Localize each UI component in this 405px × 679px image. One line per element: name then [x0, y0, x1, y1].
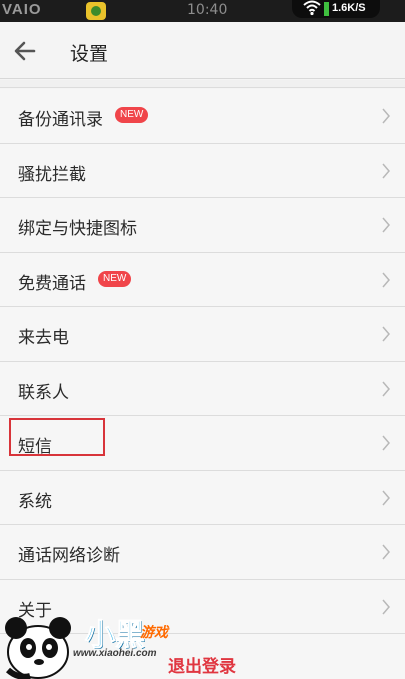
- settings-item-label: 短信: [18, 437, 52, 457]
- new-badge: NEW: [115, 107, 149, 123]
- settings-item-label: 绑定与快捷图标: [18, 219, 137, 239]
- chevron-right-icon: [382, 381, 390, 396]
- network-speed: 1.6K/S: [332, 2, 366, 14]
- settings-item-bind-shortcut[interactable]: 绑定与快捷图标: [0, 198, 405, 253]
- chevron-right-icon: [382, 599, 390, 614]
- chevron-right-icon: [382, 163, 390, 178]
- settings-item-label: 免费通话: [18, 273, 86, 294]
- chevron-right-icon: [382, 272, 390, 287]
- app-header: 设置: [0, 22, 405, 79]
- chevron-right-icon: [382, 435, 390, 451]
- panda-mascot-icon: [5, 617, 71, 679]
- back-arrow-icon[interactable]: [12, 38, 38, 64]
- settings-item-network-diagnosis[interactable]: 通话网络诊断: [0, 525, 405, 580]
- page-title: 设置: [70, 43, 109, 65]
- battery-icon: [324, 2, 329, 16]
- chevron-right-icon: [382, 217, 390, 233]
- settings-item-contacts[interactable]: 联系人: [0, 361, 405, 416]
- settings-item-label: 联系人: [18, 382, 69, 403]
- chevron-right-icon: [382, 108, 390, 124]
- settings-item-sms[interactable]: 短信: [0, 416, 405, 471]
- settings-item-incoming-outgoing[interactable]: 来去电: [0, 307, 405, 362]
- settings-item-label: 系统: [18, 491, 52, 512]
- settings-list: 备份通讯录 NEW 骚扰拦截 绑定与快捷图标 免费通话 NEW 来去电 联系人 …: [0, 89, 405, 634]
- status-time: 10:40: [187, 2, 228, 18]
- chevron-right-icon: [382, 326, 390, 342]
- settings-item-label: 通话网络诊断: [18, 546, 120, 566]
- settings-item-free-call[interactable]: 免费通话 NEW: [0, 252, 405, 307]
- device-brand: VAIO: [2, 1, 42, 18]
- watermark-url: www.xiaohei.com: [73, 648, 157, 659]
- settings-item-label: 骚扰拦截: [18, 164, 86, 185]
- section-divider: [0, 80, 405, 88]
- settings-item-harassment-block[interactable]: 骚扰拦截: [0, 143, 405, 198]
- settings-item-label: 备份通讯录: [18, 110, 103, 130]
- watermark-subtitle: 游戏: [140, 625, 168, 641]
- notification-icon: [86, 2, 106, 20]
- chevron-right-icon: [382, 544, 390, 560]
- chevron-right-icon: [382, 490, 390, 505]
- watermark: 小黑 游戏 www.xiaohei.com: [0, 600, 260, 679]
- settings-item-backup-contacts[interactable]: 备份通讯录 NEW: [0, 89, 405, 144]
- settings-item-label: 来去电: [18, 328, 69, 348]
- wifi-icon: [303, 0, 321, 16]
- new-badge: NEW: [98, 270, 132, 287]
- status-bar: VAIO 10:40 1.6K/S: [0, 0, 405, 22]
- settings-item-system[interactable]: 系统: [0, 470, 405, 525]
